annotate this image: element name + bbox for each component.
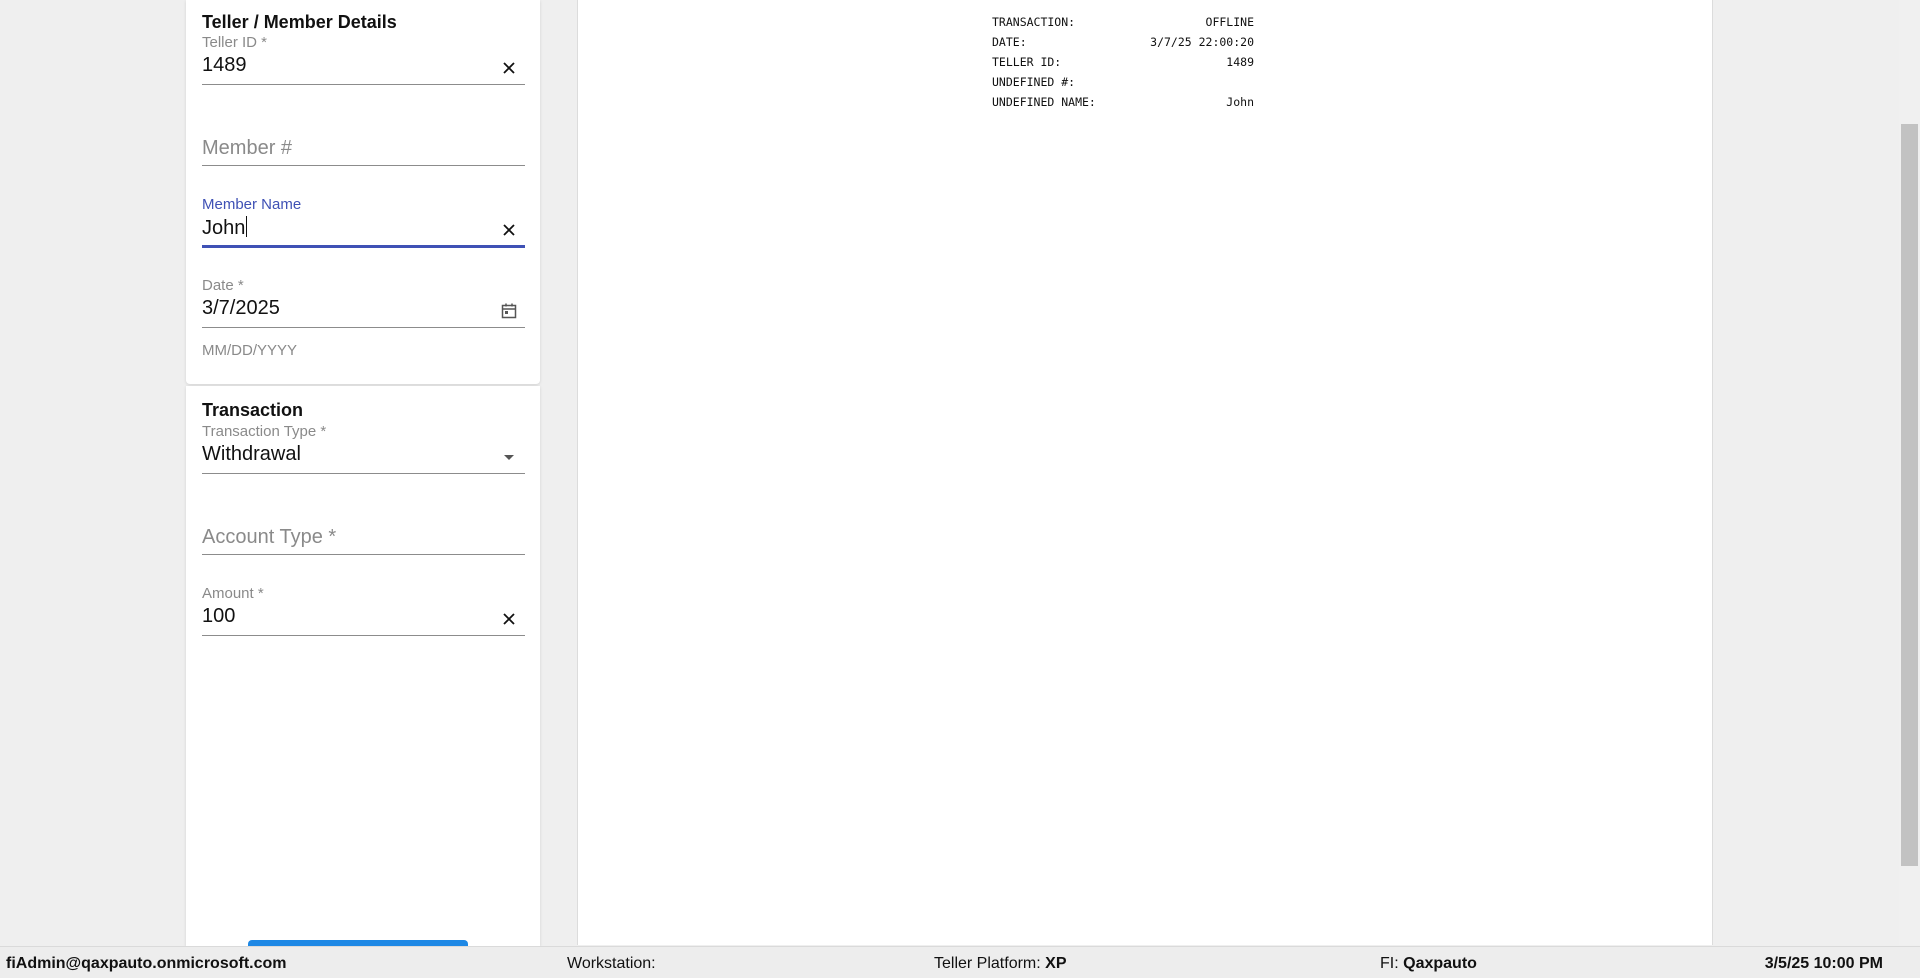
member-name-value: John xyxy=(202,217,246,239)
clear-amount-close-icon[interactable] xyxy=(499,609,519,629)
teller-app: Teller / Member Details Teller ID * 1489… xyxy=(0,0,1920,978)
status-bar: fiAdmin@qaxpauto.onmicrosoft.com Worksta… xyxy=(0,946,1920,978)
status-user-email: fiAdmin@qaxpauto.onmicrosoft.com xyxy=(6,955,287,972)
status-workstation: Workstation: xyxy=(567,955,656,973)
date-value[interactable]: 3/7/2025 xyxy=(202,297,280,320)
teller-member-panel: Teller / Member Details Teller ID * 1489… xyxy=(186,0,540,384)
status-user: fiAdmin@qaxpauto.onmicrosoft.com xyxy=(6,955,287,973)
member-number-field[interactable]: Member # xyxy=(202,115,525,175)
status-fi: FI: Qaxpauto xyxy=(1380,955,1477,973)
receipt-value: 3/7/25 22:00:20 xyxy=(1150,35,1254,49)
dropdown-arrow-icon[interactable] xyxy=(499,447,519,467)
teller-id-underline xyxy=(202,84,525,85)
amount-underline xyxy=(202,635,525,636)
date-underline xyxy=(202,327,525,328)
receipt-label: DATE: xyxy=(992,35,1027,49)
teller-section-title: Teller / Member Details xyxy=(202,12,397,32)
date-label: Date * xyxy=(202,277,244,294)
teller-id-label: Teller ID * xyxy=(202,34,268,51)
teller-id-value[interactable]: 1489 xyxy=(202,54,247,77)
receipt-label: UNDEFINED NAME: xyxy=(992,95,1096,109)
amount-field[interactable]: Amount * 100 xyxy=(202,585,525,645)
receipt-preview: TRANSACTION: OFFLINE DATE: 3/7/25 22:00:… xyxy=(577,0,1713,945)
receipt-line-undefined-name: UNDEFINED NAME: John xyxy=(992,94,1254,114)
amount-value[interactable]: 100 xyxy=(202,605,235,628)
account-type-underline xyxy=(202,554,525,555)
receipt-value: OFFLINE xyxy=(1205,15,1254,29)
receipt-line-date: DATE: 3/7/25 22:00:20 xyxy=(992,34,1254,54)
account-type-field[interactable]: Account Type * xyxy=(202,504,525,564)
status-platform-label: Teller Platform: xyxy=(934,955,1041,972)
date-helper-text: MM/DD/YYYY xyxy=(202,342,298,359)
status-datetime: 3/5/25 10:00 PM xyxy=(1765,955,1883,973)
text-caret xyxy=(246,216,248,237)
status-datetime-value: 3/5/25 10:00 PM xyxy=(1764,955,1883,972)
receipt-label: UNDEFINED #: xyxy=(992,75,1076,89)
receipt-line-transaction: TRANSACTION: OFFLINE xyxy=(992,14,1254,34)
receipt-value: John xyxy=(1226,95,1254,109)
transaction-type-underline xyxy=(202,473,525,474)
receipt-value: 1489 xyxy=(1226,55,1254,69)
transaction-type-value[interactable]: Withdrawal xyxy=(202,443,301,466)
receipt-label: TRANSACTION: xyxy=(992,15,1076,29)
receipt: TRANSACTION: OFFLINE DATE: 3/7/25 22:00:… xyxy=(992,14,1254,114)
member-number-underline xyxy=(202,165,525,166)
status-platform-value: XP xyxy=(1045,955,1067,972)
scrollbar-thumb[interactable] xyxy=(1901,124,1918,866)
receipt-label: TELLER ID: xyxy=(992,55,1062,69)
clear-teller-id-close-icon[interactable] xyxy=(499,58,519,78)
status-workstation-label: Workstation: xyxy=(567,955,656,972)
member-name-input[interactable]: John xyxy=(202,216,248,240)
account-type-placeholder[interactable]: Account Type * xyxy=(202,526,336,549)
member-number-placeholder[interactable]: Member # xyxy=(202,137,292,160)
transaction-type-select[interactable]: Transaction Type * Withdrawal xyxy=(202,423,525,483)
receipt-line-teller-id: TELLER ID: 1489 xyxy=(992,54,1254,74)
status-fi-value: Qaxpauto xyxy=(1403,955,1477,972)
vertical-scrollbar[interactable] xyxy=(1899,0,1920,945)
date-field[interactable]: Date * 3/7/2025 xyxy=(202,277,525,337)
member-name-field[interactable]: Member Name John xyxy=(202,196,525,256)
status-fi-label: FI: xyxy=(1380,955,1399,972)
transaction-section-title: Transaction xyxy=(202,400,304,420)
clear-member-name-close-icon[interactable] xyxy=(499,220,519,240)
member-name-label: Member Name xyxy=(202,196,302,213)
teller-id-field[interactable]: Teller ID * 1489 xyxy=(202,34,525,94)
amount-label: Amount * xyxy=(202,585,264,602)
calendar-icon[interactable] xyxy=(499,301,519,321)
status-platform: Teller Platform: XP xyxy=(934,955,1067,973)
transaction-type-label: Transaction Type * xyxy=(202,423,327,440)
receipt-line-undefined-number: UNDEFINED #: xyxy=(992,74,1254,94)
transaction-panel: Transaction Transaction Type * Withdrawa… xyxy=(186,386,540,946)
member-name-underline xyxy=(202,245,525,248)
